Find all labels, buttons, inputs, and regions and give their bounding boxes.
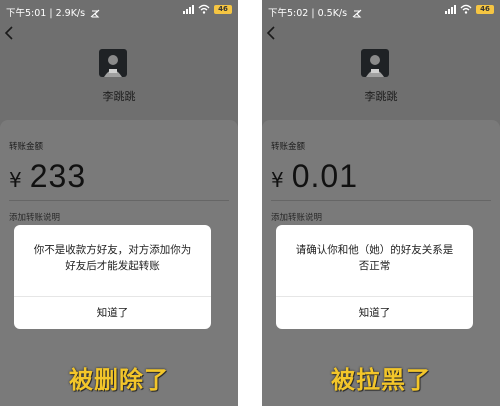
avatar [361,49,389,77]
dialog-message: 你不是收款方好友，对方添加你为好友后才能发起转账 [33,244,192,272]
amount-label: 转账金额 [271,142,306,152]
network-speed: 0.5K/s [317,8,348,19]
caption-blocked: 被拉黑了 [331,366,431,394]
amount-label: 转账金额 [9,142,44,152]
alert-dialog: 你不是收款方好友，对方添加你为好友后才能发起转账 知道了 [14,225,211,329]
signal-icon [183,4,194,14]
dialog-ok-button[interactable]: 知道了 [276,297,473,329]
back-arrow-icon[interactable] [4,26,14,40]
amount-divider [9,200,229,201]
phone-screen-deleted: 下午5:01 | 2.9K/s 46 李跳跳 转账金额 ¥ 233 添加转账说明… [0,0,238,406]
phone-screen-blocked: 下午5:02 | 0.5K/s 46 李跳跳 转账金额 ¥ 0.01 添加转账说… [262,0,500,406]
back-arrow-icon[interactable] [266,26,276,40]
battery-icon: 46 [214,4,232,14]
amount-display[interactable]: ¥ 233 [9,158,86,195]
signal-icon [445,4,456,14]
wifi-icon [460,4,472,14]
add-remark-link[interactable]: 添加转账说明 [9,211,60,223]
avatar [99,49,127,77]
do-not-disturb-icon [352,9,362,18]
alert-dialog: 请确认你和他（她）的好友关系是否正常 知道了 [276,225,473,329]
network-speed: 2.9K/s [55,8,86,19]
status-bar: 下午5:01 | 2.9K/s 46 [0,0,238,22]
do-not-disturb-icon [90,9,100,18]
caption-deleted: 被删除了 [69,366,169,394]
status-time: 下午5:02 [268,8,309,19]
battery-icon: 46 [476,4,494,14]
wifi-icon [198,4,210,14]
amount-display[interactable]: ¥ 0.01 [271,158,358,195]
add-remark-link[interactable]: 添加转账说明 [271,211,322,223]
amount-divider [271,200,491,201]
recipient-name: 李跳跳 [102,90,136,103]
currency-symbol: ¥ [271,168,284,192]
currency-symbol: ¥ [9,168,22,192]
dialog-message: 请确认你和他（她）的好友关系是否正常 [295,244,454,272]
amount-value: 233 [29,158,87,194]
status-time: 下午5:01 [6,8,47,19]
recipient-name: 李跳跳 [364,90,398,103]
amount-value: 0.01 [291,158,359,194]
status-bar: 下午5:02 | 0.5K/s 46 [262,0,500,22]
dialog-ok-button[interactable]: 知道了 [14,297,211,329]
status-time-speed: 下午5:02 | 0.5K/s [268,5,362,19]
status-time-speed: 下午5:01 | 2.9K/s [6,5,100,19]
